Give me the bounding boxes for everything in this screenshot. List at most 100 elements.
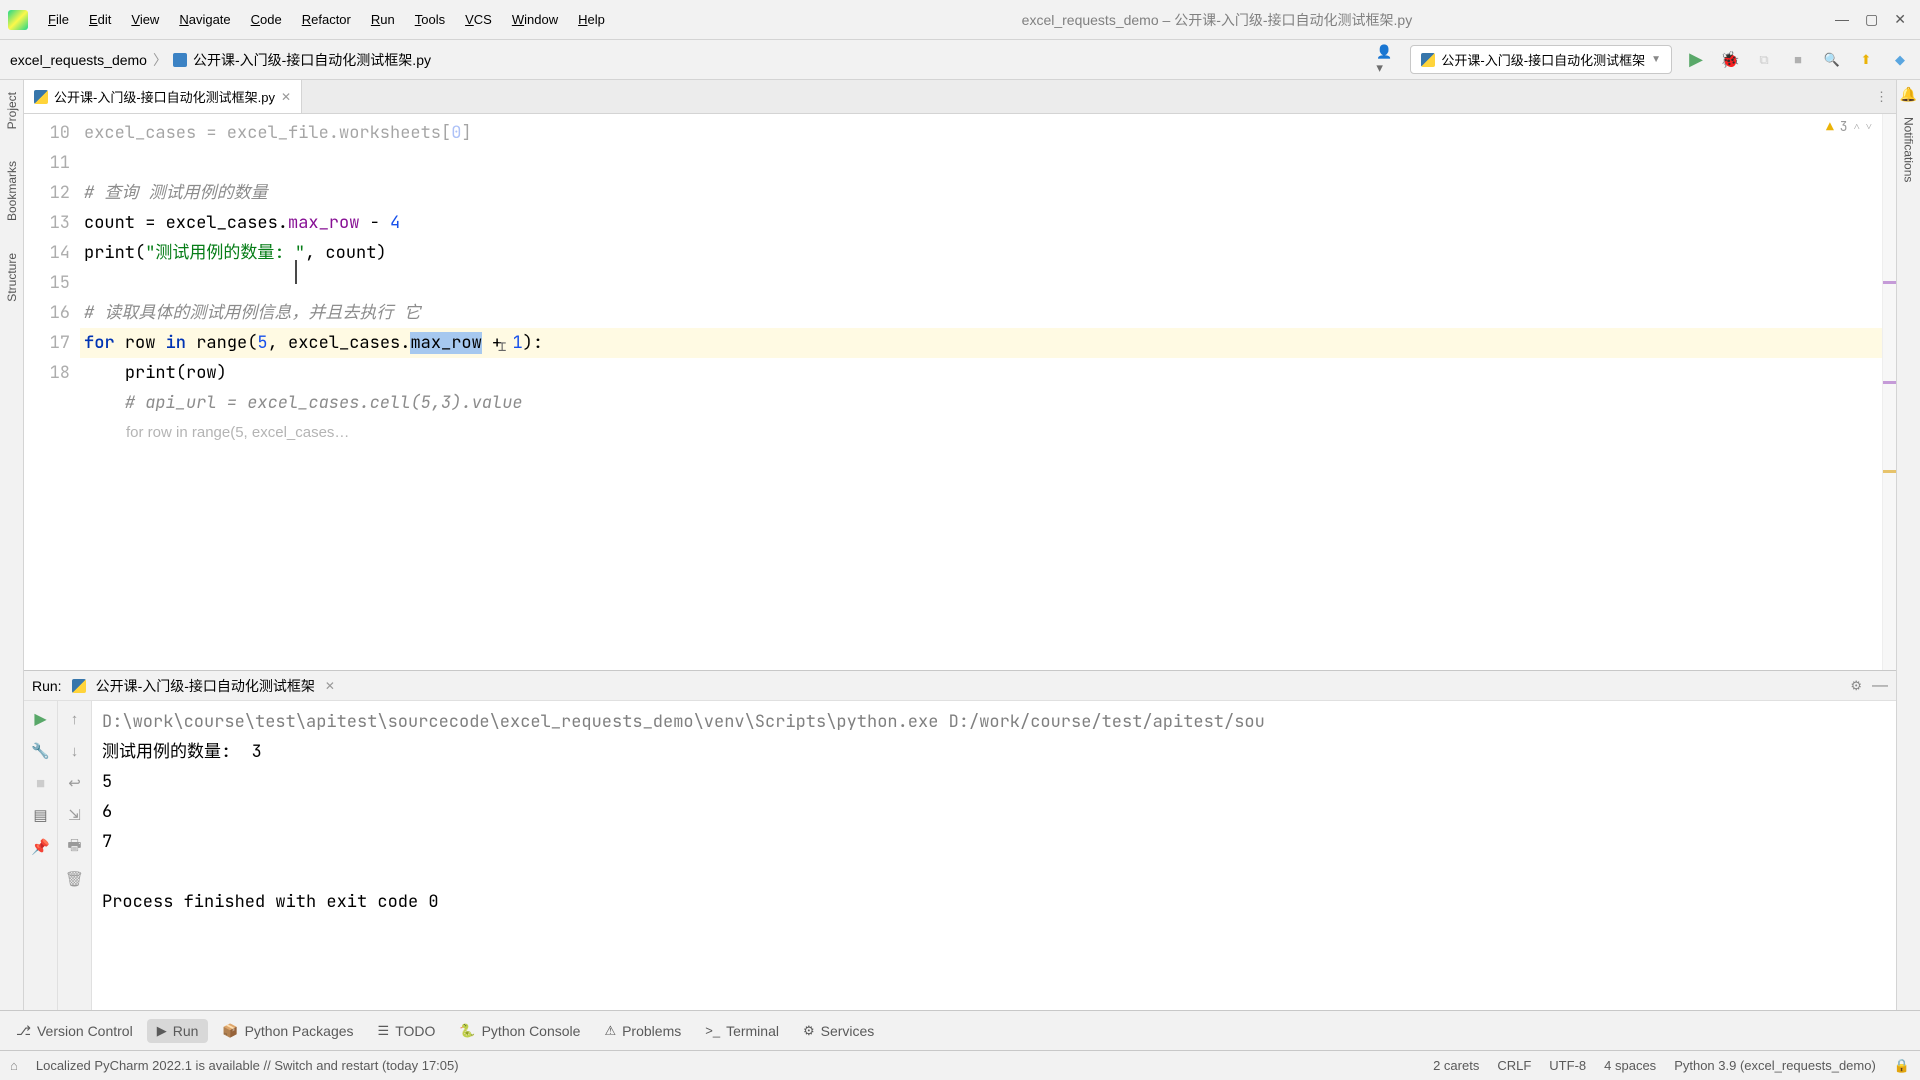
tool-tab-icon: ⚙ bbox=[803, 1023, 815, 1039]
left-tool-strip: Project Bookmarks Structure bbox=[0, 80, 24, 1010]
tabs-more-icon[interactable]: ⋮ bbox=[1867, 89, 1896, 105]
tool-tab-python-packages[interactable]: 📦Python Packages bbox=[212, 1019, 363, 1043]
tool-tab-version-control[interactable]: ⎇Version Control bbox=[6, 1019, 143, 1043]
status-sdk[interactable]: Python 3.9 (excel_requests_demo) bbox=[1674, 1058, 1876, 1073]
run-label: Run: bbox=[32, 678, 62, 694]
close-button[interactable]: ✕ bbox=[1894, 11, 1906, 28]
menu-help[interactable]: Help bbox=[570, 8, 613, 31]
ide-features-button[interactable]: ◆ bbox=[1890, 50, 1910, 70]
python-icon bbox=[1421, 53, 1435, 67]
error-stripe[interactable] bbox=[1882, 114, 1896, 670]
coverage-button[interactable]: ⧉ bbox=[1754, 50, 1774, 70]
breadcrumb-file[interactable]: 公开课-入门级-接口自动化测试框架.py bbox=[193, 50, 431, 70]
titlebar: FileEditViewNavigateCodeRefactorRunTools… bbox=[0, 0, 1920, 40]
run-output[interactable]: D:\work\course\test\apitest\sourcecode\e… bbox=[92, 701, 1896, 923]
editor-tabs: 公开课-入门级-接口自动化测试框架.py ✕ ⋮ bbox=[24, 80, 1896, 114]
run-tool-icon[interactable]: 🔧 bbox=[29, 739, 53, 763]
editor-tab[interactable]: 公开课-入门级-接口自动化测试框架.py ✕ bbox=[24, 80, 302, 113]
code-editor[interactable]: ▲ 3 ˄ ˅ 101112131415161718 excel_cases =… bbox=[24, 114, 1896, 670]
tool-tab-todo[interactable]: ☰TODO bbox=[368, 1019, 446, 1043]
run-config-selector[interactable]: 公开课-入门级-接口自动化测试框架 ▼ bbox=[1410, 45, 1672, 74]
run-tab-name[interactable]: 公开课-入门级-接口自动化测试框架 bbox=[96, 676, 315, 696]
lock-icon[interactable]: 🔒 bbox=[1894, 1058, 1910, 1074]
menu-code[interactable]: Code bbox=[243, 8, 290, 31]
window-title: excel_requests_demo – 公开课-入门级-接口自动化测试框架.… bbox=[613, 10, 1821, 30]
notifications-tool-tab[interactable]: Notifications bbox=[1902, 111, 1916, 188]
body-area: Project Bookmarks Structure 公开课-入门级-接口自动… bbox=[0, 80, 1920, 1010]
run-left-controls: ▶ 🔧 ■ ▤ 📌 bbox=[24, 701, 58, 1010]
tool-tab-run[interactable]: ▶Run bbox=[147, 1019, 209, 1043]
menu-run[interactable]: Run bbox=[363, 8, 403, 31]
tool-tab-services[interactable]: ⚙Services bbox=[793, 1019, 884, 1043]
menu-view[interactable]: View bbox=[123, 8, 167, 31]
breadcrumb-root[interactable]: excel_requests_demo bbox=[10, 52, 147, 68]
tool-tab-icon: >_ bbox=[705, 1023, 720, 1038]
clear-icon[interactable]: 🗑 bbox=[63, 867, 87, 891]
menubar: FileEditViewNavigateCodeRefactorRunTools… bbox=[40, 8, 613, 31]
editor: 公开课-入门级-接口自动化测试框架.py ✕ ⋮ ▲ 3 ˄ ˅ 1011121… bbox=[24, 80, 1896, 670]
search-button[interactable]: 🔍 bbox=[1822, 50, 1842, 70]
down-icon[interactable]: ↓ bbox=[63, 739, 87, 763]
tool-tab-icon: ☰ bbox=[378, 1023, 390, 1039]
fold-hint: for row in range(5, excel_cases… bbox=[80, 418, 1882, 448]
stop-button[interactable]: ■ bbox=[1788, 50, 1808, 70]
menu-tools[interactable]: Tools bbox=[407, 8, 453, 31]
notifications-icon[interactable]: 🔔 bbox=[1900, 86, 1917, 103]
tool-tab-icon: ⚠ bbox=[604, 1023, 616, 1039]
tool-tab-python-console[interactable]: 🐍Python Console bbox=[449, 1019, 590, 1043]
tool-tab-icon: 📦 bbox=[222, 1023, 238, 1039]
user-icon[interactable]: 👤▾ bbox=[1376, 50, 1396, 70]
up-icon[interactable]: ↑ bbox=[63, 707, 87, 731]
tool-tab-problems[interactable]: ⚠Problems bbox=[594, 1019, 691, 1043]
menu-vcs[interactable]: VCS bbox=[457, 8, 500, 31]
status-message[interactable]: Localized PyCharm 2022.1 is available //… bbox=[36, 1058, 459, 1073]
right-tool-strip: 🔔 Notifications bbox=[1896, 80, 1920, 1010]
maximize-button[interactable]: ▢ bbox=[1865, 11, 1878, 28]
tool-tab-icon: ⎇ bbox=[16, 1023, 31, 1039]
run-tool-window: Run: 公开课-入门级-接口自动化测试框架 ✕ ⚙ — ▶ 🔧 ■ ▤ 📌 ↑ bbox=[24, 670, 1896, 1010]
update-button[interactable]: ⬆ bbox=[1856, 50, 1876, 70]
close-tab-icon[interactable]: ✕ bbox=[281, 90, 291, 104]
close-run-tab-icon[interactable]: ✕ bbox=[325, 679, 335, 693]
run-output-controls: ↑ ↓ ↩ ⇲ 🖶 🗑 bbox=[58, 701, 92, 1010]
pin-icon[interactable]: 📌 bbox=[29, 835, 53, 859]
menu-navigate[interactable]: Navigate bbox=[171, 8, 238, 31]
menu-file[interactable]: File bbox=[40, 8, 77, 31]
breadcrumb: excel_requests_demo 〉 公开课-入门级-接口自动化测试框架.… bbox=[10, 50, 431, 70]
python-icon bbox=[72, 679, 86, 693]
status-eol[interactable]: CRLF bbox=[1497, 1058, 1531, 1073]
minimize-button[interactable]: — bbox=[1835, 11, 1849, 28]
project-tool-tab[interactable]: Project bbox=[5, 86, 19, 135]
debug-button[interactable]: 🐞 bbox=[1720, 50, 1740, 70]
run-body: ▶ 🔧 ■ ▤ 📌 ↑ ↓ ↩ ⇲ 🖶 🗑 D:\work\course\tes… bbox=[24, 701, 1896, 1010]
status-bar: ⌂ Localized PyCharm 2022.1 is available … bbox=[0, 1050, 1920, 1080]
bookmarks-tool-tab[interactable]: Bookmarks bbox=[5, 155, 19, 227]
rerun-icon[interactable]: ▶ bbox=[29, 707, 53, 731]
run-settings-icon[interactable]: ⚙ bbox=[1850, 678, 1862, 694]
menu-window[interactable]: Window bbox=[504, 8, 566, 31]
menu-refactor[interactable]: Refactor bbox=[294, 8, 359, 31]
tab-label: 公开课-入门级-接口自动化测试框架.py bbox=[54, 87, 275, 106]
status-indent[interactable]: 4 spaces bbox=[1604, 1058, 1656, 1073]
tool-tab-terminal[interactable]: >_Terminal bbox=[695, 1019, 789, 1043]
app-icon bbox=[8, 10, 28, 30]
scroll-end-icon[interactable]: ⇲ bbox=[63, 803, 87, 827]
soft-wrap-icon[interactable]: ↩ bbox=[63, 771, 87, 795]
status-carets[interactable]: 2 carets bbox=[1433, 1058, 1479, 1073]
status-encoding[interactable]: UTF-8 bbox=[1549, 1058, 1586, 1073]
stop-icon[interactable]: ■ bbox=[29, 771, 53, 795]
structure-tool-tab[interactable]: Structure bbox=[5, 247, 19, 308]
bottom-tool-tabs: ⎇Version Control▶Run📦Python Packages☰TOD… bbox=[0, 1010, 1920, 1050]
code-lines[interactable]: excel_cases = excel_file.worksheets[0]# … bbox=[80, 114, 1882, 670]
run-config-name: 公开课-入门级-接口自动化测试框架 bbox=[1441, 50, 1645, 69]
line-gutter[interactable]: 101112131415161718 bbox=[24, 114, 80, 670]
layout-icon[interactable]: ▤ bbox=[29, 803, 53, 827]
run-hide-icon[interactable]: — bbox=[1872, 677, 1888, 695]
main-column: 公开课-入门级-接口自动化测试框架.py ✕ ⋮ ▲ 3 ˄ ˅ 1011121… bbox=[24, 80, 1896, 1010]
menu-edit[interactable]: Edit bbox=[81, 8, 119, 31]
tool-tab-icon: ▶ bbox=[157, 1023, 167, 1039]
tool-tab-icon: 🐍 bbox=[459, 1023, 475, 1039]
run-button[interactable]: ▶ bbox=[1686, 50, 1706, 70]
chevron-down-icon: ▼ bbox=[1651, 54, 1661, 65]
print-icon[interactable]: 🖶 bbox=[63, 835, 87, 859]
